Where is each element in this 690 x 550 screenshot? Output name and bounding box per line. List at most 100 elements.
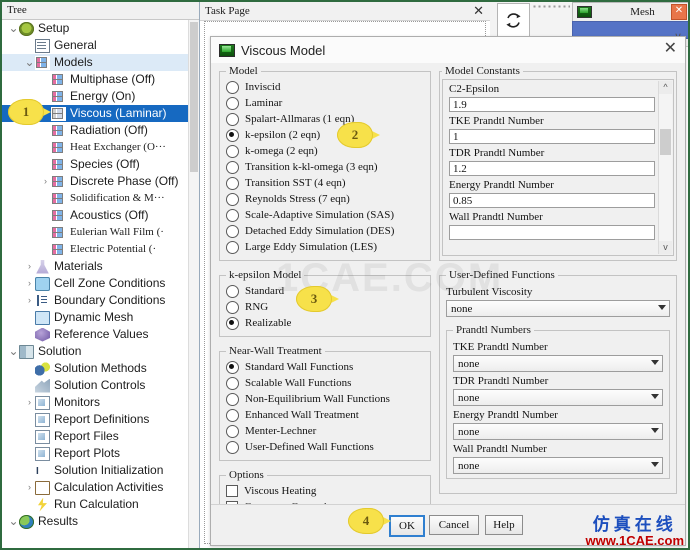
radio-button[interactable] (226, 192, 239, 206)
tree-item-solution[interactable]: ⌄ Solution (2, 343, 189, 360)
radio-button[interactable] (226, 96, 239, 110)
tree-scrollbar[interactable] (188, 20, 199, 548)
tree-item-heat-exchanger-o[interactable]: Heat Exchanger (O··· (2, 139, 189, 156)
near-wall-option-enhanced-wall-treatment[interactable]: Enhanced Wall Treatment (226, 407, 424, 423)
ok-button[interactable]: OK (389, 515, 425, 537)
tree-item-cell-zone-conditions[interactable]: › Cell Zone Conditions (2, 275, 189, 292)
tree-item-solution-initialization[interactable]: Solution Initialization (2, 462, 189, 480)
tree-item-report-files[interactable]: Report Files (2, 428, 189, 445)
near-wall-option-standard-wall-functions[interactable]: Standard Wall Functions (226, 359, 424, 375)
chevron-right-icon[interactable]: › (24, 258, 35, 275)
tree-item-models[interactable]: ⌄ Models (2, 54, 189, 71)
tree-scrollbar-thumb[interactable] (190, 22, 198, 172)
tree-item-multiphase-off[interactable]: Multiphase (Off) (2, 71, 189, 88)
model-option-inviscid[interactable]: Inviscid (226, 79, 424, 95)
radio-button[interactable] (226, 440, 239, 454)
chevron-right-icon[interactable]: › (24, 479, 35, 496)
prandtl-select-list[interactable]: TKE Prandtl Number none TDR Prandtl Number… (453, 341, 663, 474)
radio-button[interactable] (226, 300, 239, 314)
tree-item-report-definitions[interactable]: Report Definitions (2, 411, 189, 428)
model-constants-scrollbar-thumb[interactable] (660, 129, 671, 155)
tree-item-species-off[interactable]: Species (Off) (2, 156, 189, 173)
constant-input-energy-prandtl-number[interactable]: 0.85 (449, 193, 655, 208)
checkbox[interactable] (226, 485, 238, 497)
constant-input-tke-prandtl-number[interactable]: 1 (449, 129, 655, 144)
constant-input-c2-epsilon[interactable]: 1.9 (449, 97, 655, 112)
radio-button[interactable] (226, 284, 239, 298)
ke-option-realizable[interactable]: Realizable (226, 315, 424, 331)
model-option-laminar[interactable]: Laminar (226, 95, 424, 111)
radio-button[interactable] (226, 360, 239, 374)
scroll-up-icon[interactable]: ^ (659, 81, 672, 94)
constant-input-wall-prandtl-number[interactable] (449, 225, 655, 240)
chevron-right-icon[interactable]: › (24, 275, 35, 292)
tree-item-general[interactable]: General (2, 37, 189, 54)
tree-item-calculation-activities[interactable]: › Calculation Activities (2, 479, 189, 496)
radio-button[interactable] (226, 392, 239, 406)
toolbar-drag-handle[interactable] (532, 4, 570, 9)
tree-item-eulerian-wall-film[interactable]: Eulerian Wall Film (· (2, 224, 189, 241)
chevron-down-icon[interactable]: ⌄ (8, 343, 19, 360)
tree-item-solidification-m[interactable]: Solidification & M··· (2, 190, 189, 207)
model-option-transition-sst-4-eqn[interactable]: Transition SST (4 eqn) (226, 175, 424, 191)
prandtl-select-energy-prandtl-number[interactable]: none (453, 423, 663, 440)
refresh-icon[interactable] (497, 3, 530, 38)
model-option-k-epsilon-2-eqn[interactable]: k-epsilon (2 eqn) (226, 127, 424, 143)
radio-button[interactable] (226, 128, 239, 142)
model-option-k-omega-2-eqn[interactable]: k-omega (2 eqn) (226, 143, 424, 159)
chevron-right-icon[interactable]: › (24, 292, 35, 309)
chevron-down-icon[interactable]: ⌄ (8, 513, 19, 530)
model-option-large-eddy-simulation-les[interactable]: Large Eddy Simulation (LES) (226, 239, 424, 255)
near-wall-option-scalable-wall-functions[interactable]: Scalable Wall Functions (226, 375, 424, 391)
radio-button[interactable] (226, 316, 239, 330)
option-viscous-heating[interactable]: Viscous Heating (226, 483, 424, 499)
dialog-close-icon[interactable]: ✕ (664, 40, 677, 58)
tree-item-report-plots[interactable]: Report Plots (2, 445, 189, 462)
near-wall-option-non-equilibrium-wall-functions[interactable]: Non-Equilibrium Wall Functions (226, 391, 424, 407)
near-wall-radio-list[interactable]: Standard Wall Functions Scalable Wall Fun… (226, 359, 424, 455)
cancel-button[interactable]: Cancel (429, 515, 479, 535)
tree-item-acoustics-off[interactable]: Acoustics (Off) (2, 207, 189, 224)
model-option-detached-eddy-simulation-des[interactable]: Detached Eddy Simulation (DES) (226, 223, 424, 239)
prandtl-select-wall-prandtl-number[interactable]: none (453, 457, 663, 474)
radio-button[interactable] (226, 408, 239, 422)
tree-item-solution-controls[interactable]: Solution Controls (2, 377, 189, 394)
model-option-transition-k-kl-omega-3-eqn[interactable]: Transition k-kl-omega (3 eqn) (226, 159, 424, 175)
tree-item-reference-values[interactable]: Reference Values (2, 326, 189, 343)
tree-item-materials[interactable]: › Materials (2, 258, 189, 275)
model-option-scale-adaptive-simulation-sas[interactable]: Scale-Adaptive Simulation (SAS) (226, 207, 424, 223)
radio-button[interactable] (226, 112, 239, 126)
constant-input-tdr-prandtl-number[interactable]: 1.2 (449, 161, 655, 176)
radio-button[interactable] (226, 224, 239, 238)
tree-item-solution-methods[interactable]: Solution Methods (2, 360, 189, 377)
chevron-down-icon[interactable]: ⌄ (24, 54, 35, 71)
mesh-close-icon[interactable]: ✕ (671, 4, 687, 20)
tree-item-monitors[interactable]: › Monitors (2, 394, 189, 411)
radio-button[interactable] (226, 208, 239, 222)
tree-item-discrete-phase-off[interactable]: › Discrete Phase (Off) (2, 173, 189, 190)
model-radio-list[interactable]: Inviscid Laminar Spalart-Allmaras (1 eqn) k… (226, 79, 424, 255)
close-icon[interactable]: ✕ (473, 3, 484, 19)
radio-button[interactable] (226, 144, 239, 158)
prandtl-select-tdr-prandtl-number[interactable]: none (453, 389, 663, 406)
tree-item-setup[interactable]: ⌄ Setup (2, 20, 189, 37)
help-button[interactable]: Help (485, 515, 523, 535)
turbulent-viscosity-select[interactable]: none (446, 300, 670, 317)
radio-button[interactable] (226, 176, 239, 190)
chevron-right-icon[interactable]: › (24, 394, 35, 411)
near-wall-option-user-defined-wall-functions[interactable]: User-Defined Wall Functions (226, 439, 424, 455)
tree-item-run-calculation[interactable]: Run Calculation (2, 496, 189, 513)
radio-button[interactable] (226, 376, 239, 390)
tree-item-dynamic-mesh[interactable]: Dynamic Mesh (2, 309, 189, 326)
chevron-down-icon[interactable]: ⌄ (8, 20, 19, 37)
tree-item-boundary-conditions[interactable]: › Boundary Conditions (2, 292, 189, 309)
radio-button[interactable] (226, 160, 239, 174)
radio-button[interactable] (226, 424, 239, 438)
chevron-right-icon[interactable]: › (40, 173, 51, 190)
tree-item-electric-potential[interactable]: Electric Potential (· (2, 241, 189, 258)
model-constants-fields[interactable]: C2-Epsilon 1.9 TKE Prandtl Number 1 TDR Pran… (449, 83, 655, 240)
radio-button[interactable] (226, 80, 239, 94)
tree-item-results[interactable]: ⌄ Results (2, 513, 189, 530)
prandtl-select-tke-prandtl-number[interactable]: none (453, 355, 663, 372)
model-constants-scrollbar[interactable]: ^ v (658, 81, 672, 254)
